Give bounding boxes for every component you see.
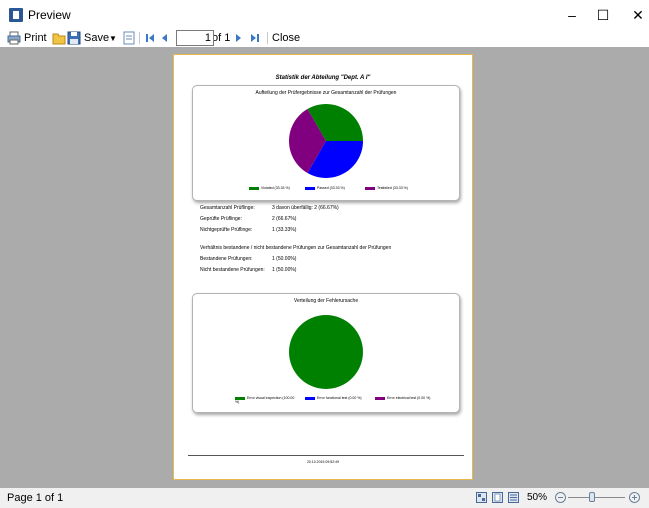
legend-swatch	[375, 396, 385, 400]
last-page-button[interactable]	[248, 30, 262, 46]
zoom-level-label: 50%	[527, 492, 548, 503]
next-page-button[interactable]	[231, 30, 245, 46]
open-button[interactable]	[52, 30, 66, 46]
print-button[interactable]: Print	[7, 30, 47, 46]
legend-item-electrical-test: Error electrical test (0.00 %)	[375, 396, 435, 400]
error-cause-chart-panel: Verteilung der Fehlerursache Error visua…	[192, 293, 460, 413]
pie-slice-error-visual-inspection	[289, 315, 363, 389]
page-width-view-icon[interactable]	[508, 492, 519, 503]
legend-item-violated: Violated (33.33 %)	[249, 186, 290, 190]
stat-value: 1 (50.00%)	[272, 256, 297, 262]
stat-label: Bestandene Prüfungen:	[200, 256, 253, 262]
document-icon	[122, 31, 136, 45]
results-chart-panel: Aufteilung der Prüfergebnisse zur Gesamt…	[192, 85, 460, 201]
legend-swatch	[249, 186, 259, 190]
folder-icon	[52, 31, 66, 45]
stat-value: 1 (50.00%)	[272, 267, 297, 273]
first-page-button[interactable]	[143, 30, 157, 46]
legend-item-passed: Passed (33.33 %)	[305, 186, 345, 190]
stat-label: Gesamtanzahl Prüflinge:	[200, 205, 255, 211]
zoom-out-icon[interactable]	[555, 492, 566, 503]
app-icon	[9, 8, 23, 22]
legend-swatch	[365, 186, 375, 190]
error-cause-pie-chart	[289, 315, 363, 389]
stat-value: 2 (66.67%)	[272, 216, 297, 222]
title-bar: Preview – ☐ ✕	[0, 0, 649, 30]
save-dropdown-chevron-icon[interactable]: ▼	[109, 30, 117, 46]
legend-item-visual-inspection: Error visual inspection (100.00 %)	[235, 396, 295, 404]
stat-value: 1 (33.33%)	[272, 227, 297, 233]
legend-item-functional-test: Error functional test (0.00 %)	[305, 396, 365, 400]
legend-item-testfailed: Testfailed (33.33 %)	[365, 186, 408, 190]
printer-icon	[7, 31, 21, 45]
page-count-label: Page 1 of 1	[7, 492, 64, 504]
floppy-disk-icon	[67, 31, 81, 45]
stat-label: Nichtgeprüfte Prüflinge:	[200, 227, 253, 233]
page-number-input[interactable]	[176, 30, 214, 46]
legend-swatch	[305, 396, 315, 400]
stat-value: 3 davon überfällig: 2 (66.67%)	[272, 205, 339, 211]
ratio-heading: Verhältnis bestandene / nicht bestandene…	[200, 245, 392, 251]
close-preview-button[interactable]: Close	[272, 30, 300, 46]
multi-page-view-icon[interactable]	[476, 492, 487, 503]
save-label: Save	[84, 32, 110, 44]
save-button[interactable]: Save	[67, 30, 109, 46]
results-pie-chart	[289, 104, 363, 178]
toolbar-separator	[139, 32, 140, 44]
toolbar-separator	[267, 32, 268, 44]
export-button[interactable]	[122, 30, 136, 46]
previous-page-icon	[158, 31, 172, 45]
report-title: Statistik der Abteilung "Dept. A I"	[275, 75, 371, 81]
footer-rule	[188, 455, 464, 456]
close-window-button[interactable]: ✕	[615, 0, 649, 30]
last-page-icon	[248, 31, 262, 45]
legend-swatch	[305, 186, 315, 190]
report-page: Statistik der Abteilung "Dept. A I" Auft…	[173, 54, 473, 480]
footer-timestamp: 20.10.2015 09:52:49	[306, 460, 340, 464]
page-of-label: of 1	[212, 32, 231, 44]
first-page-icon	[143, 31, 157, 45]
stat-label: Geprüfte Prüflinge:	[200, 216, 242, 222]
preview-workspace[interactable]: Statistik der Abteilung "Dept. A I" Auft…	[0, 47, 649, 488]
single-page-view-icon[interactable]	[492, 492, 503, 503]
next-page-icon	[231, 31, 245, 45]
window-title: Preview	[28, 8, 71, 22]
status-bar: Page 1 of 1 50%	[0, 488, 649, 508]
zoom-slider-track[interactable]	[568, 497, 625, 498]
zoom-in-icon[interactable]	[629, 492, 640, 503]
print-label: Print	[24, 32, 47, 44]
zoom-slider-thumb[interactable]	[589, 492, 595, 502]
stat-label: Nicht bestandene Prüfungen:	[200, 267, 265, 273]
toolbar: Print Save ▼ of 1 Close	[0, 30, 649, 46]
previous-page-button[interactable]	[158, 30, 172, 46]
